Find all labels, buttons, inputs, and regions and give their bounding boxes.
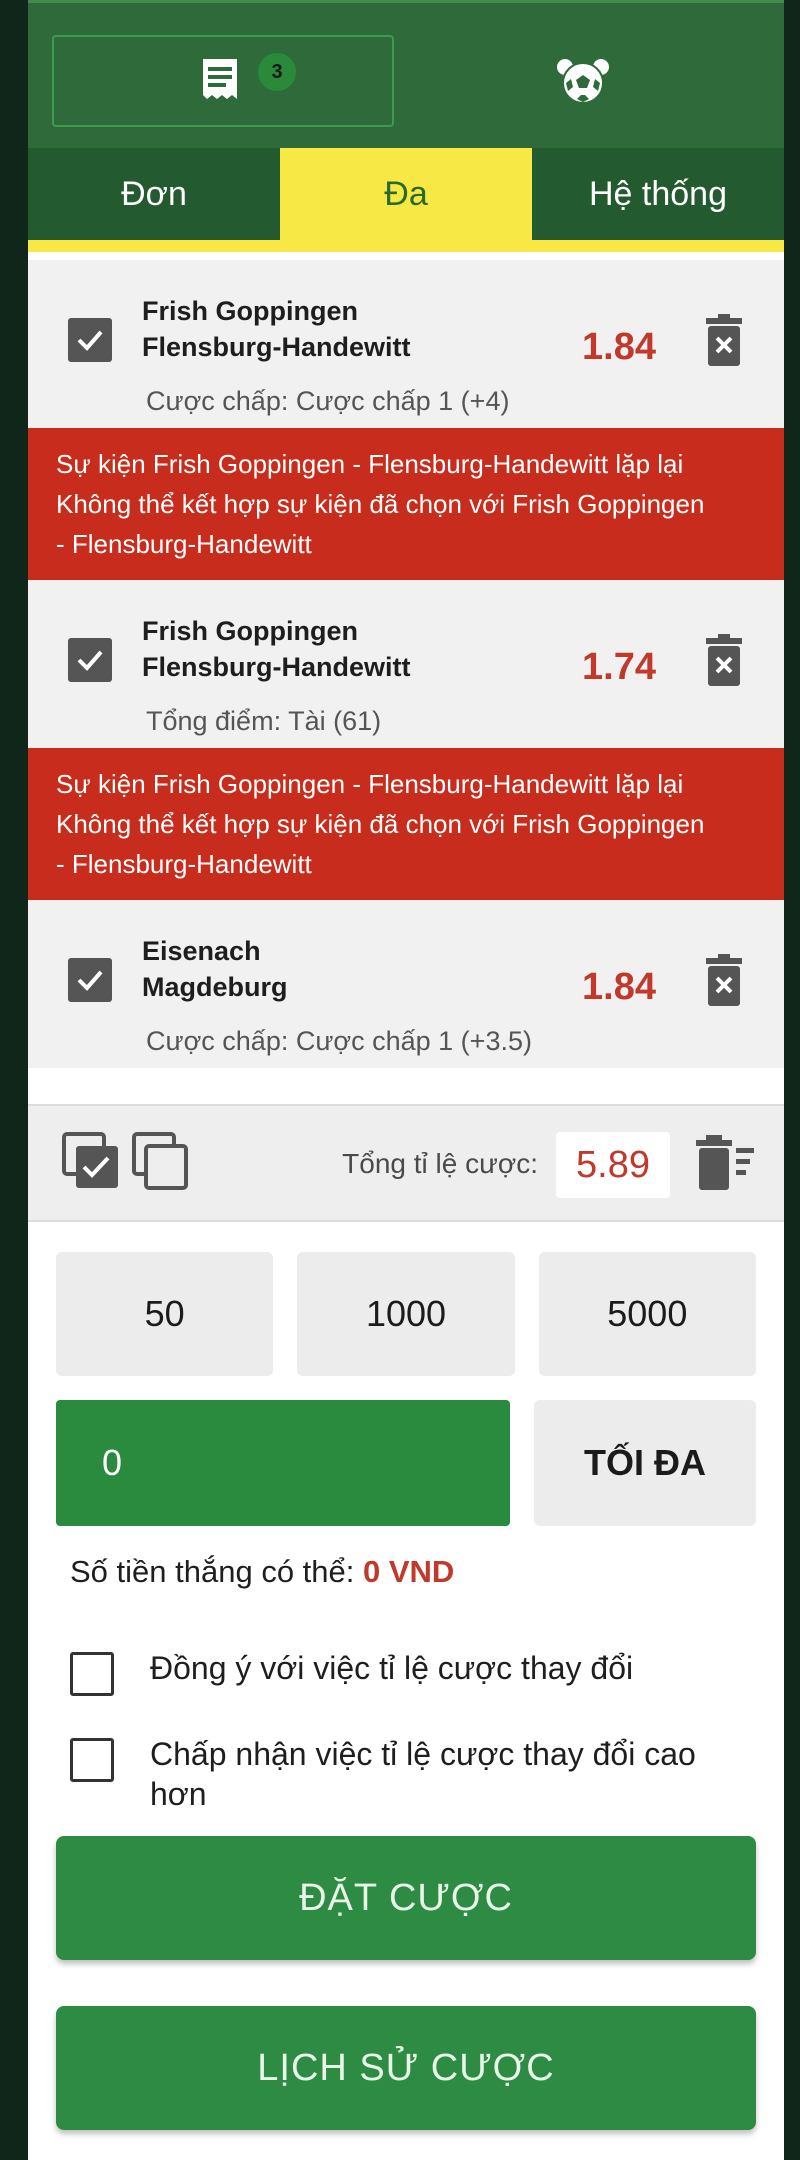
clear-all-icon[interactable] (694, 1134, 756, 1192)
quick-stake-50[interactable]: 50 (56, 1252, 274, 1376)
trash-icon[interactable] (702, 634, 746, 688)
tab-underline (28, 240, 784, 252)
bet-item: Frish Goppingen Flensburg-Handewitt 1.74… (28, 580, 784, 748)
copy-icon[interactable] (132, 1132, 190, 1192)
bet-odds: 1.74 (582, 646, 656, 688)
accept-higher-odds-checkbox[interactable] (70, 1738, 114, 1782)
live-sports-tab[interactable] (406, 35, 760, 127)
potential-winnings-value: 0 VND (363, 1554, 455, 1589)
bet-error-message: Sự kiện Frish Goppingen - Flensburg-Hand… (28, 748, 784, 900)
accept-odds-change-option: Đồng ý với việc tỉ lệ cược thay đổi (70, 1648, 750, 1696)
bet-item: Frish Goppingen Flensburg-Handewitt 1.84… (28, 260, 784, 428)
bet-odds: 1.84 (582, 966, 656, 1008)
quick-stake-5000[interactable]: 5000 (538, 1252, 756, 1376)
soccer-ball-icon (557, 59, 609, 104)
accept-odds-change-checkbox[interactable] (70, 1652, 114, 1696)
bet-history-button[interactable]: LỊCH SỬ CƯỢC (56, 2006, 756, 2130)
betslip-panel: 3 Đơn Đa Hệ thống Frish Goppingen Flensb… (28, 0, 784, 2160)
tab-single[interactable]: Đơn (28, 148, 280, 240)
error-line: Sự kiện Frish Goppingen - Flensburg-Hand… (56, 449, 684, 479)
bet-team-away: Magdeburg (142, 972, 288, 1002)
trash-icon[interactable] (702, 314, 746, 368)
bet-market: Cược chấp: Cược chấp 1 (+3.5) (146, 1026, 532, 1056)
potential-winnings: Số tiền thắng có thể: 0 VND (70, 1554, 454, 1590)
bet-checkbox[interactable] (68, 318, 112, 362)
bet-odds: 1.84 (582, 326, 656, 368)
bet-team-away: Flensburg-Handewitt (142, 652, 411, 682)
bet-market: Cược chấp: Cược chấp 1 (+4) (146, 386, 510, 416)
bet-mode-tabs: Đơn Đa Hệ thống (28, 148, 784, 240)
max-stake-button[interactable]: TỐI ĐA (534, 1400, 756, 1526)
bet-item: Eisenach Magdeburg 1.84 Cược chấp: Cược … (28, 900, 784, 1068)
tab-multiple[interactable]: Đa (280, 148, 532, 240)
accept-higher-odds-option: Chấp nhận việc tỉ lệ cược thay đổi cao h… (70, 1734, 750, 1814)
select-all-icon[interactable] (62, 1132, 120, 1192)
error-line: - Flensburg-Handewitt (56, 529, 312, 559)
total-odds-label: Tổng tỉ lệ cược: (342, 1148, 538, 1179)
betslip-header: 3 (28, 0, 784, 148)
bet-market: Tổng điểm: Tài (61) (146, 706, 382, 736)
error-line: Không thể kết hợp sự kiện đã chọn với Fr… (56, 489, 705, 519)
receipt-icon (203, 59, 237, 99)
bet-team-home: Eisenach (142, 936, 261, 966)
error-line: - Flensburg-Handewitt (56, 849, 312, 879)
potential-winnings-label: Số tiền thắng có thể: (70, 1554, 363, 1589)
quick-stake-1000[interactable]: 1000 (297, 1252, 515, 1376)
bet-team-home: Frish Goppingen (142, 296, 358, 326)
total-odds-value: 5.89 (556, 1132, 670, 1198)
quick-stake-buttons: 50 1000 5000 (56, 1252, 756, 1376)
place-bet-button[interactable]: ĐẶT CƯỢC (56, 1836, 756, 1960)
checkmark-icon (77, 650, 103, 671)
bet-checkbox[interactable] (68, 638, 112, 682)
stake-input[interactable]: 0 (56, 1400, 510, 1526)
error-line: Sự kiện Frish Goppingen - Flensburg-Hand… (56, 769, 684, 799)
betslip-tab[interactable]: 3 (52, 35, 394, 127)
checkmark-icon (77, 330, 103, 351)
accept-higher-odds-label: Chấp nhận việc tỉ lệ cược thay đổi cao h… (150, 1736, 696, 1812)
bet-checkbox[interactable] (68, 958, 112, 1002)
betslip-count-badge: 3 (256, 51, 298, 93)
bet-team-away: Flensburg-Handewitt (142, 332, 411, 362)
bet-list: Frish Goppingen Flensburg-Handewitt 1.84… (28, 260, 784, 1068)
trash-icon[interactable] (702, 954, 746, 1008)
odds-summary-bar: Tổng tỉ lệ cược: 5.89 (28, 1104, 784, 1222)
error-line: Không thể kết hợp sự kiện đã chọn với Fr… (56, 809, 705, 839)
checkmark-icon (77, 970, 103, 991)
bet-team-home: Frish Goppingen (142, 616, 358, 646)
accept-odds-change-label: Đồng ý với việc tỉ lệ cược thay đổi (150, 1650, 634, 1686)
bet-error-message: Sự kiện Frish Goppingen - Flensburg-Hand… (28, 428, 784, 580)
tab-system[interactable]: Hệ thống (532, 148, 784, 240)
